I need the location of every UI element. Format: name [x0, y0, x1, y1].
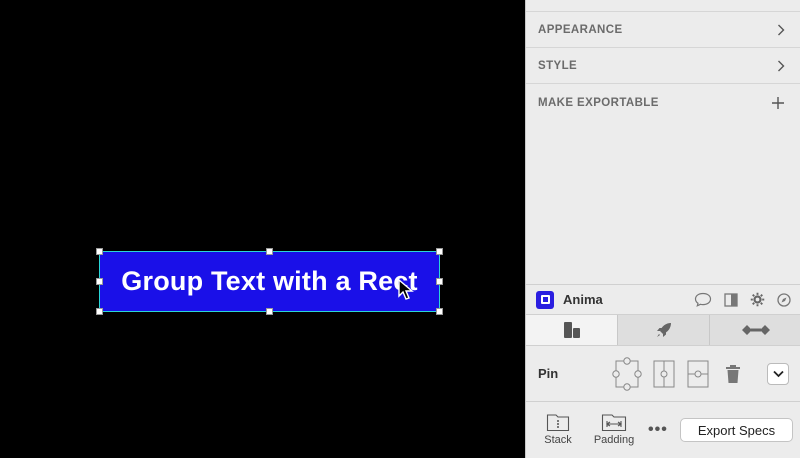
- tab-flow[interactable]: [710, 315, 800, 345]
- chevron-right-icon: [778, 24, 785, 35]
- export-specs-button[interactable]: Export Specs: [680, 418, 793, 442]
- section-label: MAKE EXPORTABLE: [538, 97, 659, 109]
- section-label: APPEARANCE: [538, 23, 623, 36]
- padding-icon: [601, 414, 627, 432]
- panel-icon[interactable]: [724, 292, 738, 307]
- stack-icon: [546, 414, 570, 432]
- mouse-cursor-icon: [398, 279, 414, 300]
- anima-bottom-bar: Stack Padding ••• Export Specs: [526, 402, 800, 458]
- more-button[interactable]: •••: [648, 421, 668, 439]
- trash-icon[interactable]: [724, 364, 742, 384]
- gear-icon[interactable]: [750, 292, 765, 307]
- anima-title: Anima: [563, 292, 603, 307]
- flow-icon: [741, 325, 770, 335]
- resize-handle[interactable]: [266, 248, 273, 255]
- chevron-down-icon: [772, 370, 784, 377]
- anima-tabs: [526, 315, 800, 346]
- layer-text[interactable]: Group Text with a Rect: [121, 266, 417, 297]
- compass-icon[interactable]: [777, 292, 791, 307]
- rocket-icon: [656, 323, 671, 337]
- resize-handle[interactable]: [436, 308, 443, 315]
- selected-layer[interactable]: Group Text with a Rect: [99, 251, 440, 312]
- layout-icon: [563, 322, 580, 338]
- section-appearance[interactable]: APPEARANCE: [526, 12, 800, 48]
- pin-vertical-icon[interactable]: [652, 359, 676, 389]
- canvas[interactable]: Group Text with a Rect: [0, 0, 525, 458]
- pin-center-icon[interactable]: [686, 359, 710, 389]
- section-label: STYLE: [538, 59, 578, 72]
- resize-handle[interactable]: [96, 308, 103, 315]
- anima-logo-icon: [536, 290, 554, 309]
- pin-options-dropdown[interactable]: [767, 362, 789, 385]
- stack-label: Stack: [544, 434, 572, 446]
- section-style[interactable]: STYLE: [526, 48, 800, 84]
- inspector-panel: APPEARANCE STYLE MAKE EXPORTABLE Anima P…: [525, 0, 800, 458]
- resize-handle[interactable]: [436, 248, 443, 255]
- top-divider-row: [526, 0, 800, 12]
- resize-handle[interactable]: [96, 248, 103, 255]
- pin-label: Pin: [538, 366, 559, 381]
- resize-handle[interactable]: [96, 278, 103, 285]
- resize-handle[interactable]: [436, 278, 443, 285]
- padding-label: Padding: [593, 434, 635, 446]
- comment-icon[interactable]: [694, 292, 712, 307]
- tab-layout[interactable]: [526, 315, 618, 345]
- pin-all-icon[interactable]: [612, 356, 642, 391]
- stack-button[interactable]: Stack: [534, 414, 582, 446]
- tab-publish[interactable]: [618, 315, 710, 345]
- pin-section: Pin: [526, 346, 800, 402]
- anima-header: Anima: [526, 284, 800, 315]
- resize-handle[interactable]: [266, 308, 273, 315]
- padding-button[interactable]: Padding: [590, 414, 638, 446]
- section-make-exportable[interactable]: MAKE EXPORTABLE: [526, 85, 800, 121]
- plus-icon[interactable]: [771, 96, 785, 110]
- chevron-right-icon: [778, 60, 785, 71]
